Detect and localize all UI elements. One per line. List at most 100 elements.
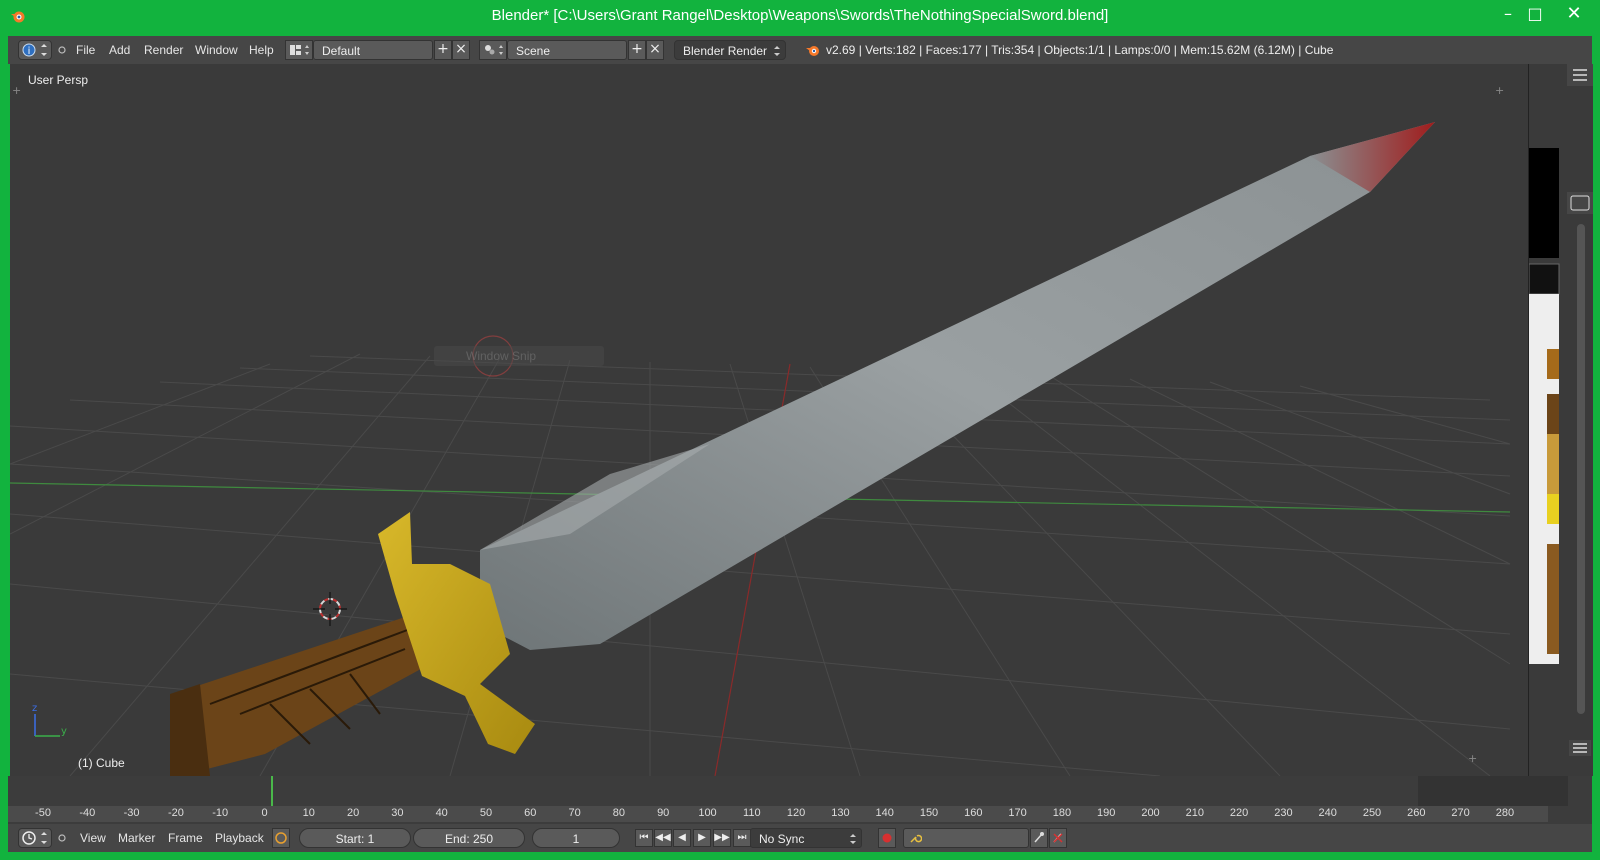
properties-panel-content <box>1528 64 1593 756</box>
collapse-menu-icon[interactable] <box>56 828 68 848</box>
timeline-tick-label: 10 <box>302 807 315 819</box>
timeline-tick-label: 160 <box>964 807 983 819</box>
render-engine-dropdown[interactable]: Blender Render <box>674 40 786 60</box>
render-engine-label: Blender Render <box>683 44 768 58</box>
clock-icon <box>22 831 47 845</box>
keying-set-field[interactable] <box>903 828 1029 848</box>
svg-text:i: i <box>28 46 31 57</box>
timeline-tick-label: 240 <box>1318 807 1337 819</box>
add-scene-button[interactable]: + <box>628 40 646 60</box>
editor-type-button[interactable]: i <box>18 40 52 60</box>
menu-render[interactable]: Render <box>144 43 183 57</box>
preview-range-button[interactable] <box>272 828 290 848</box>
timeline-tick-label: 280 <box>1495 807 1515 819</box>
record-button[interactable] <box>878 828 896 848</box>
axis-z-label: z <box>32 703 37 714</box>
timeline-tick-label: 260 <box>1407 807 1426 819</box>
screen-layout-name: Default <box>322 44 361 58</box>
current-frame-label: 1 <box>572 832 580 846</box>
axis-gizmo-icon <box>34 714 60 737</box>
menu-window[interactable]: Window <box>195 43 238 57</box>
menu-marker[interactable]: Marker <box>118 831 155 845</box>
3d-viewport[interactable]: z y + + + User Persp (1) Cube Window Sni… <box>10 64 1528 776</box>
delete-screen-button[interactable]: × <box>452 40 470 60</box>
current-frame-field[interactable]: 1 <box>532 828 620 848</box>
collapse-menu-icon[interactable] <box>56 40 68 60</box>
screen-layout-icon[interactable] <box>285 40 313 60</box>
start-frame-field[interactable]: Start: 1 <box>299 828 411 848</box>
timeline-tick-label: 50 <box>479 807 493 819</box>
delete-scene-button[interactable]: × <box>646 40 664 60</box>
timeline-tick-label: 180 <box>1052 807 1072 819</box>
sword-handle <box>170 612 430 776</box>
screen-layout-field[interactable]: Default <box>313 40 433 60</box>
maximize-button[interactable]: □ <box>1521 2 1549 28</box>
3d-cursor-icon <box>313 592 347 626</box>
delete-keyframe-button[interactable] <box>1049 828 1067 848</box>
jump-keyframe-forward-button[interactable]: ▶▶ <box>713 829 731 847</box>
timeline-tick-label: 30 <box>391 807 404 819</box>
sync-dropdown[interactable]: No Sync <box>750 828 862 848</box>
area-split-icon[interactable]: + <box>1468 752 1477 765</box>
timeline-tick-label: 100 <box>698 807 717 819</box>
timeline-tick-label: 70 <box>568 807 581 819</box>
scene-icon[interactable] <box>479 40 507 60</box>
area-split-icon[interactable]: + <box>1495 84 1504 97</box>
timeline-tick-label: -30 <box>123 807 140 819</box>
menu-playback[interactable]: Playback <box>215 831 264 845</box>
jump-end-button[interactable]: ⏭ <box>733 829 751 847</box>
menu-view[interactable]: View <box>80 831 106 845</box>
end-frame-field[interactable]: End: 250 <box>413 828 525 848</box>
menu-frame[interactable]: Frame <box>168 831 203 845</box>
timeline-tick-label: 130 <box>831 807 850 819</box>
timeline-header: View Marker Frame Playback Start: 1 End:… <box>8 824 1592 852</box>
play-button[interactable]: ▶ <box>693 829 711 847</box>
timeline-tick-label: 200 <box>1141 807 1160 819</box>
timeline-tick-label: 90 <box>657 807 670 819</box>
area-split-icon[interactable]: + <box>12 84 21 97</box>
sync-label: No Sync <box>759 832 805 846</box>
menu-help[interactable]: Help <box>249 43 274 57</box>
timeline-tick-label: 40 <box>435 807 448 819</box>
jump-start-button[interactable]: ⏮ <box>635 829 653 847</box>
timeline-tick-label: 190 <box>1097 807 1116 819</box>
play-reverse-button[interactable]: ◀ <box>673 829 691 847</box>
active-object-label: (1) Cube <box>78 756 125 770</box>
timeline-ruler[interactable]: -50 -40 -30 -20 -10 0 10 20 30 40 50 60 70 80 90 100 110… <box>8 806 1548 822</box>
timeline-track <box>8 776 1592 806</box>
timeline-tick-label: 110 <box>743 807 761 819</box>
timeline-tick-label: -20 <box>167 807 184 819</box>
minimize-button[interactable]: – <box>1494 2 1522 28</box>
window-title: Blender* [C:\Users\Grant Rangel\Desktop\… <box>491 7 1109 24</box>
scene-field[interactable]: Scene <box>507 40 627 60</box>
timeline-tick-label: 250 <box>1362 807 1382 819</box>
timeline-tick-label: -10 <box>212 807 229 819</box>
timeline-tick-label: 60 <box>524 807 537 819</box>
menu-add[interactable]: Add <box>109 43 130 57</box>
properties-panel[interactable] <box>1528 64 1593 776</box>
blender-window: Blender* [C:\Users\Grant Rangel\Desktop\… <box>0 0 1600 860</box>
window-snip-overlay: Window Snip <box>434 346 604 366</box>
timeline-editor[interactable]: -50 -40 -30 -20 -10 0 10 20 30 40 50 60 70 80 90 100 110… <box>8 776 1592 824</box>
info-header: i File Add Render Window Help Default + … <box>8 36 1592 64</box>
title-bar: Blender* [C:\Users\Grant Rangel\Desktop\… <box>0 0 1600 32</box>
add-screen-button[interactable]: + <box>434 40 452 60</box>
timeline-tick-label: 270 <box>1451 807 1470 819</box>
scene-name: Scene <box>516 44 551 58</box>
timeline-tick-label: 150 <box>919 807 939 819</box>
scene-statistics: v2.69 | Verts:182 | Faces:177 | Tris:354… <box>826 43 1334 57</box>
close-button[interactable]: ✕ <box>1552 2 1596 28</box>
timeline-tick-label: 120 <box>786 807 806 819</box>
dropdown-arrows-icon <box>850 834 856 844</box>
insert-keyframe-button[interactable] <box>1030 828 1048 848</box>
jump-keyframe-back-button[interactable]: ◀◀ <box>654 829 672 847</box>
menu-file[interactable]: File <box>76 43 95 57</box>
timeline-tick-label: 80 <box>612 807 626 819</box>
timeline-tick-label: 230 <box>1274 807 1293 819</box>
key-icon <box>910 834 922 843</box>
timeline-tick-label: -40 <box>79 807 96 819</box>
view-label: User Persp <box>28 73 89 87</box>
timeline-tick-label: 20 <box>346 807 360 819</box>
timeline-tick-label: 170 <box>1008 807 1027 819</box>
timeline-editor-type-button[interactable] <box>18 828 52 848</box>
